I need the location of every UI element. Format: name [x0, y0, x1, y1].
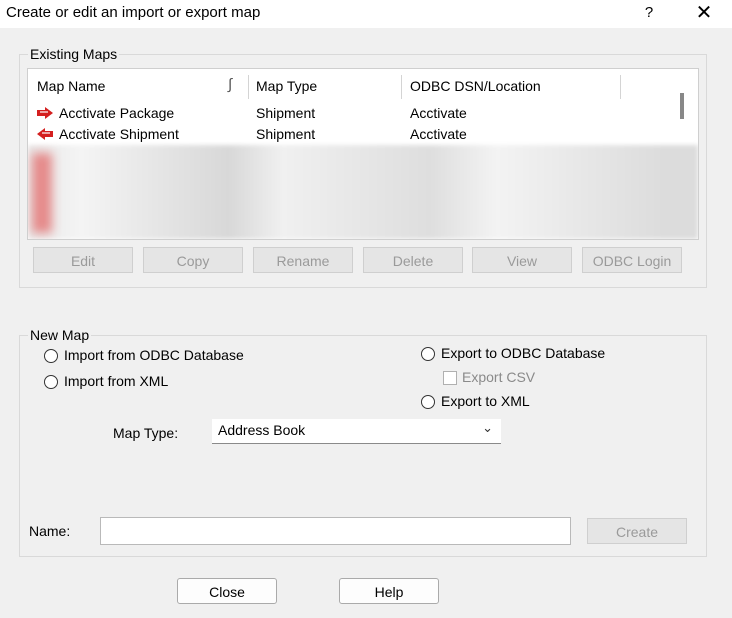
location-cell: Acctivate	[410, 105, 467, 121]
export-odbc-label[interactable]: Export to ODBC Database	[441, 345, 605, 361]
chevron-down-icon: ⌄	[482, 420, 493, 435]
blurred-rows	[28, 145, 698, 239]
rename-button[interactable]: Rename	[253, 247, 353, 273]
map-type-label: Map Type:	[113, 425, 179, 441]
existing-maps-legend: Existing Maps	[28, 46, 120, 62]
export-odbc-radio[interactable]	[421, 347, 435, 361]
delete-button[interactable]: Delete	[363, 247, 463, 273]
map-type-select[interactable]: Address Book ⌄	[212, 419, 501, 444]
name-input[interactable]	[100, 517, 571, 545]
column-divider[interactable]	[401, 75, 402, 99]
column-divider[interactable]	[248, 75, 249, 99]
vertical-scrollbar[interactable]	[680, 93, 684, 119]
import-xml-radio[interactable]	[44, 375, 58, 389]
import-xml-label[interactable]: Import from XML	[64, 373, 168, 389]
new-map-legend: New Map	[28, 327, 92, 343]
edit-button[interactable]: Edit	[33, 247, 133, 273]
red-arrow-icon	[37, 128, 53, 140]
column-divider[interactable]	[620, 75, 621, 99]
map-name-cell: Acctivate Shipment	[59, 126, 179, 142]
dialog-title: Create or edit an import or export map	[6, 4, 261, 21]
sort-indicator-icon: ∫	[228, 76, 233, 93]
import-odbc-radio[interactable]	[44, 349, 58, 363]
column-header-odbc-location[interactable]: ODBC DSN/Location	[410, 69, 541, 101]
table-row[interactable]: Acctivate Package Shipment Acctivate	[28, 103, 668, 123]
map-type-value: Address Book	[218, 422, 306, 438]
name-label: Name:	[29, 523, 71, 539]
view-button[interactable]: View	[472, 247, 572, 273]
export-csv-checkbox[interactable]	[443, 371, 457, 385]
maps-list[interactable]: Map Name ∫ Map Type ODBC DSN/Location Ac…	[27, 68, 699, 240]
column-header-map-type[interactable]: Map Type	[256, 69, 318, 101]
export-csv-label[interactable]: Export CSV	[462, 369, 535, 385]
location-cell: Acctivate	[410, 126, 467, 142]
map-type-cell: Shipment	[256, 126, 316, 142]
map-name-cell: Acctivate Package	[59, 105, 175, 121]
export-xml-label[interactable]: Export to XML	[441, 393, 530, 409]
red-arrow-icon	[37, 107, 53, 119]
copy-button[interactable]: Copy	[143, 247, 243, 273]
column-header-map-name[interactable]: Map Name	[37, 69, 247, 101]
help-title-button[interactable]: ?	[636, 0, 662, 26]
blurred-row-icons	[32, 153, 52, 233]
create-button[interactable]: Create	[587, 518, 687, 544]
title-bar: Create or edit an import or export map ?…	[0, 0, 732, 28]
close-window-button[interactable]: ✕	[690, 0, 718, 26]
odbc-login-button[interactable]: ODBC Login	[582, 247, 682, 273]
close-button[interactable]: Close	[177, 578, 277, 604]
help-button[interactable]: Help	[339, 578, 439, 604]
table-row[interactable]: Acctivate Shipment Shipment Acctivate	[28, 124, 668, 144]
import-odbc-label[interactable]: Import from ODBC Database	[64, 347, 244, 363]
map-type-cell: Shipment	[256, 105, 316, 121]
export-xml-radio[interactable]	[421, 395, 435, 409]
